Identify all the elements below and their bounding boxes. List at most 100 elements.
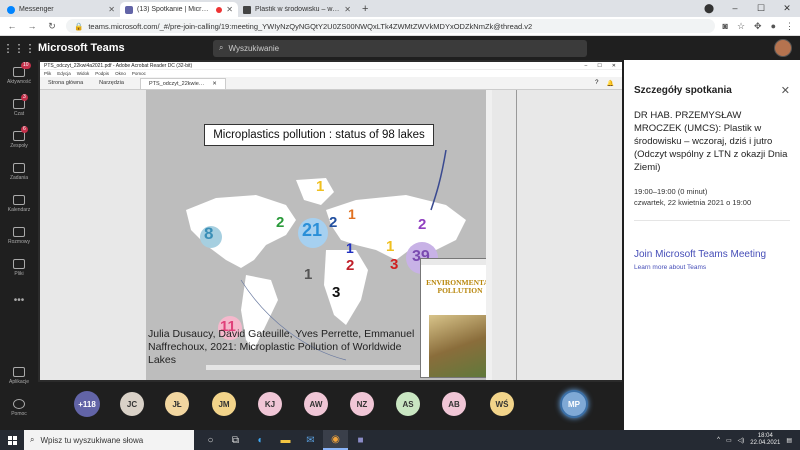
apps-icon bbox=[13, 367, 25, 377]
panel-title: Szczegóły spotkania bbox=[634, 85, 732, 96]
close-icon[interactable]: ✕ bbox=[781, 84, 790, 97]
forward-icon[interactable]: → bbox=[26, 21, 38, 31]
close-icon[interactable]: ✕ bbox=[344, 5, 351, 14]
participant-avatar[interactable]: NZ bbox=[350, 392, 374, 416]
task-view-icon[interactable]: ⧉ bbox=[223, 430, 248, 450]
rail-item-calendar[interactable]: Kalendarz bbox=[0, 188, 38, 220]
menu-item: Edycja bbox=[57, 71, 71, 76]
help-icon: ? bbox=[595, 79, 599, 86]
search-icon: ⌕ bbox=[30, 435, 35, 444]
acrobat-toolbar-icons: ? 🔔 bbox=[595, 80, 622, 87]
camera-icon[interactable]: ◙ bbox=[723, 21, 728, 32]
clock-date: 22.04.2021 bbox=[750, 440, 781, 446]
teams-icon bbox=[125, 5, 133, 14]
participant-avatar[interactable]: JM bbox=[212, 392, 236, 416]
star-icon[interactable]: ☆ bbox=[737, 21, 745, 32]
taskbar-search-input[interactable]: ⌕ Wpisz tu wyszukiwane słowa bbox=[24, 430, 194, 450]
cortana-icon[interactable]: ○ bbox=[198, 430, 223, 450]
lake-count: 1 bbox=[304, 266, 313, 283]
participant-avatar[interactable]: AB bbox=[442, 392, 466, 416]
join-meeting-link[interactable]: Join Microsoft Teams Meeting bbox=[624, 221, 800, 260]
rail-item-calls[interactable]: Rozmowy bbox=[0, 220, 38, 252]
menu-item: Plik bbox=[44, 71, 52, 76]
menu-item: Pomoc bbox=[131, 71, 146, 76]
search-input[interactable]: ⌕ Wyszukiwanie bbox=[213, 39, 587, 57]
lake-count: 1 bbox=[348, 206, 356, 222]
new-tab-button[interactable]: + bbox=[356, 3, 374, 17]
lake-count: 21 bbox=[302, 220, 323, 240]
close-icon[interactable]: ✕ bbox=[226, 5, 233, 14]
teams-header: ⋮⋮⋮ Microsoft Teams ⌕ Wyszukiwanie bbox=[0, 36, 800, 60]
rail-item-tasks[interactable]: Zadania bbox=[0, 156, 38, 188]
browser-tab-messenger[interactable]: Messenger ✕ bbox=[2, 2, 120, 17]
volume-icon[interactable]: ◁) bbox=[738, 437, 745, 444]
acrobat-document-area: Microplastics pollution : status of 98 l… bbox=[40, 90, 622, 380]
browser-tab-strip: Messenger ✕ (13) Spotkanie | Microsoft T… bbox=[0, 0, 800, 17]
window-controls: ⬤ – ☐ ✕ bbox=[696, 0, 800, 17]
credits-line: Naffrechoux, 2021: Microplastic Pollutio… bbox=[148, 341, 402, 366]
tab-title: Plastik w środowisku – wczoraj, dz… bbox=[255, 6, 340, 13]
acrobat-tab-document: PTS_odczyt_22kwie… ✕ bbox=[139, 78, 226, 89]
learn-more-link[interactable]: Learn more about Teams bbox=[624, 260, 800, 271]
app-launcher-icon[interactable]: ⋮⋮⋮ bbox=[0, 42, 38, 55]
file-icon bbox=[13, 259, 25, 269]
acrobat-title-bar: PTS_odczyt_22kwi4a2021.pdf - Adobe Acrob… bbox=[40, 62, 622, 70]
minimize-button[interactable]: – bbox=[722, 0, 748, 17]
participant-avatar[interactable]: AS bbox=[396, 392, 420, 416]
taskbar-clock[interactable]: 18:04 22.04.2021 bbox=[750, 433, 780, 447]
notifications-icon[interactable]: ▤ bbox=[786, 437, 792, 444]
url-field[interactable]: 🔒 teams.microsoft.com/_#/pre-join-callin… bbox=[66, 19, 715, 33]
mail-icon[interactable]: ✉ bbox=[298, 430, 323, 450]
chat-badge: 3 bbox=[21, 94, 28, 101]
rail-item-help[interactable]: Pomoc bbox=[0, 392, 38, 424]
my-avatar[interactable]: MP bbox=[560, 390, 588, 418]
map-line bbox=[430, 150, 447, 211]
file-explorer-icon[interactable]: ▬ bbox=[273, 430, 298, 450]
participant-avatar[interactable]: AW bbox=[304, 392, 328, 416]
tasks-icon bbox=[13, 163, 25, 173]
help-icon bbox=[13, 399, 25, 409]
chevron-up-icon[interactable]: ^ bbox=[717, 437, 720, 443]
reload-icon[interactable]: ↻ bbox=[46, 21, 58, 32]
teams-taskbar-icon[interactable]: ■ bbox=[348, 430, 373, 450]
edge-icon[interactable]: ◐ bbox=[248, 430, 273, 450]
rail-item-activity[interactable]: 10 Aktywność bbox=[0, 60, 38, 92]
journal-title-line: POLLUTION bbox=[437, 286, 483, 295]
chrome-icon[interactable]: ◉ bbox=[323, 430, 348, 450]
participant-avatar[interactable]: KJ bbox=[258, 392, 282, 416]
browser-toolbar: ◙ ☆ ✥ ● ⋮ bbox=[723, 21, 795, 32]
menu-icon[interactable]: ⋮ bbox=[785, 21, 794, 32]
avatar[interactable] bbox=[774, 39, 792, 57]
rail-label: Pomoc bbox=[11, 411, 27, 417]
page-icon bbox=[243, 5, 251, 14]
close-window-button[interactable]: ✕ bbox=[774, 0, 800, 17]
back-icon[interactable]: ← bbox=[6, 21, 18, 31]
acrobat-window-title: PTS_odczyt_22kwi4a2021.pdf - Adobe Acrob… bbox=[44, 62, 193, 69]
windows-start-icon[interactable] bbox=[0, 435, 24, 445]
rail-item-teams[interactable]: 6 Zespoły bbox=[0, 124, 38, 156]
rail-label: Czat bbox=[13, 111, 25, 117]
maximize-button[interactable]: ☐ bbox=[748, 0, 774, 17]
network-icon[interactable]: ▭ bbox=[726, 437, 732, 444]
lake-count: 2 bbox=[329, 214, 338, 231]
participant-avatar[interactable]: JŁ bbox=[165, 392, 189, 416]
profile-icon[interactable]: ● bbox=[771, 21, 776, 32]
acrobat-tab-tools: Narzędzia bbox=[99, 80, 124, 86]
extensions-icon[interactable]: ✥ bbox=[754, 21, 762, 32]
participant-avatar[interactable]: WŚ bbox=[490, 392, 514, 416]
rail-more-button[interactable]: ••• bbox=[0, 284, 38, 316]
rail-item-chat[interactable]: 3 Czat bbox=[0, 92, 38, 124]
browser-tab-plastik[interactable]: Plastik w środowisku – wczoraj, dz… ✕ bbox=[238, 2, 356, 17]
bell-icon: 🔔 bbox=[606, 80, 614, 87]
rail-item-apps[interactable]: Aplikacje bbox=[0, 360, 38, 392]
participant-avatar[interactable]: JC bbox=[120, 392, 144, 416]
browser-tab-teams[interactable]: (13) Spotkanie | Microsoft Teams ✕ bbox=[120, 2, 238, 17]
participants-bar: +118 JC JŁ JM KJ AW NZ AS AB WŚ MP bbox=[38, 382, 624, 430]
rail-bottom: Aplikacje Pomoc bbox=[0, 360, 38, 424]
menu-item: Okno bbox=[115, 71, 126, 76]
address-bar: ← → ↻ 🔒 teams.microsoft.com/_#/pre-join-… bbox=[0, 17, 800, 36]
close-icon[interactable]: ✕ bbox=[108, 5, 115, 14]
more-participants-button[interactable]: +118 bbox=[74, 391, 100, 417]
rail-item-files[interactable]: Pliki bbox=[0, 252, 38, 284]
url-text: teams.microsoft.com/_#/pre-join-calling/… bbox=[88, 21, 533, 31]
